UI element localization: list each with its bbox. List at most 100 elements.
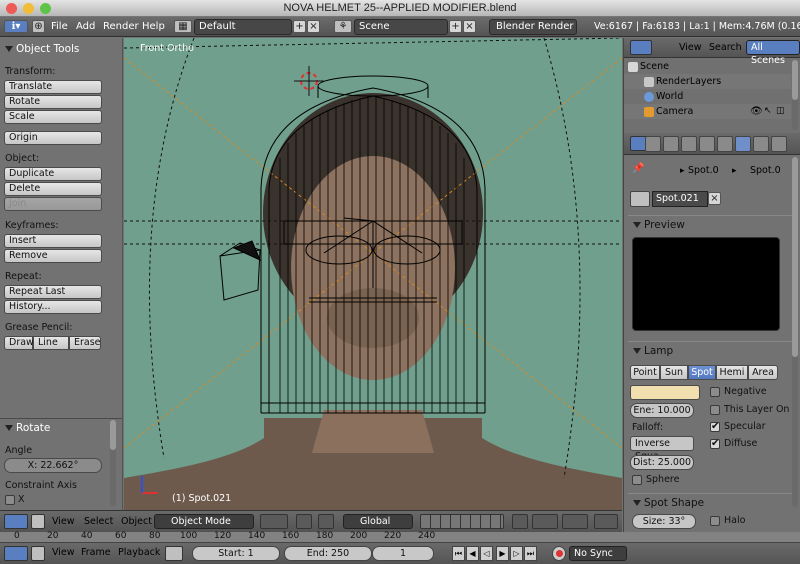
editor-type-icon[interactable] [4,546,28,561]
snap-icon[interactable] [562,514,588,529]
object-mode-select[interactable]: Object Mode [154,514,254,529]
specular-checkbox[interactable] [710,421,720,432]
sync-mode-select[interactable]: No Sync [569,546,627,561]
scrollbar-thumb[interactable] [792,60,798,100]
menu-help[interactable]: Help [142,20,165,34]
record-icon[interactable] [552,546,566,561]
transform-orientation-select[interactable]: Global [343,514,413,529]
erase-button[interactable]: Erase [69,336,101,350]
distance-field[interactable]: Dist: 25.000 [630,455,694,470]
duplicate-button[interactable]: Duplicate [4,167,102,181]
outliner-row-scene[interactable]: Scene [624,59,791,74]
cursor-select-icon[interactable]: ↖ [764,104,772,119]
scene-field[interactable]: Scene [354,19,448,35]
menu-render[interactable]: Render [103,20,139,34]
tab-lamp-data-icon[interactable] [735,136,751,152]
pin-icon[interactable]: 📌 [632,163,644,174]
next-keyframe-icon[interactable]: ▷ [510,546,523,561]
play-reverse-icon[interactable]: ◁ [480,546,493,561]
tab-physics-icon[interactable] [771,136,787,152]
rotate-button[interactable]: Rotate [4,95,102,109]
screen-layout-field[interactable]: Default [194,19,292,35]
render-preview-icon[interactable] [594,514,618,529]
viewport-menu-select[interactable]: Select [84,516,113,527]
spot-shape-panel-header[interactable]: Spot Shape [628,493,793,510]
collapse-menu-icon[interactable] [31,546,45,561]
insert-keyframe-button[interactable]: Insert [4,234,102,248]
collapse-menu-icon[interactable] [31,514,45,529]
join-button[interactable]: Join [4,197,102,211]
lamp-type-hemi[interactable]: Hemi [716,365,748,380]
tab-scene-icon[interactable] [663,136,679,152]
angle-field[interactable]: X: 22.662° [4,458,102,473]
unlink-datablock-button[interactable]: × [708,192,721,205]
timeline-menu-frame[interactable]: Frame [81,547,111,558]
lamp-type-sun[interactable]: Sun [660,365,688,380]
breadcrumb-lamp[interactable]: Spot.0 [750,165,781,176]
play-icon[interactable]: ▶ [496,546,509,561]
constraint-x-checkbox[interactable] [5,495,15,505]
lamp-type-spot[interactable]: Spot [688,365,716,380]
sphere-checkbox[interactable] [632,475,642,485]
origin-button[interactable]: Origin [4,131,102,145]
negative-checkbox[interactable] [710,387,720,397]
prev-keyframe-icon[interactable]: ◀ [466,546,479,561]
this-layer-only-checkbox[interactable] [710,405,720,415]
3d-viewport[interactable]: Front Ortho (1) Spot.021 [124,38,622,510]
current-frame-field[interactable]: 1 [372,546,434,561]
energy-field[interactable]: Ene: 10.000 [630,403,694,418]
delete-layout-button[interactable]: × [307,20,320,33]
pivot-point-icon[interactable] [296,514,312,529]
end-frame-field[interactable]: End: 250 [284,546,372,561]
delete-button[interactable]: Delete [4,182,102,196]
outliner-row-camera[interactable]: Camera 👁 ↖ ◫ [624,104,791,119]
repeat-last-button[interactable]: Repeat Last [4,285,102,299]
outliner-row-world[interactable]: World [624,89,791,104]
outliner-filter-select[interactable]: All Scenes [746,40,800,66]
manipulator-icon[interactable] [318,514,334,529]
lamp-color-swatch[interactable] [630,385,700,400]
viewport-shading-icon[interactable] [260,514,288,529]
scrollbar-thumb[interactable] [110,420,116,450]
editor-type-icon[interactable] [630,40,652,55]
diffuse-checkbox[interactable] [710,438,720,449]
editor-type-button[interactable]: ℹ▾ [4,20,28,33]
lamp-datablock-field[interactable]: Spot.021 [652,191,708,207]
minimize-window-button[interactable] [23,3,34,14]
outliner-row-renderlayers[interactable]: RenderLayers [624,74,791,89]
jump-start-icon[interactable]: ⏮ [452,546,465,561]
render-engine-select[interactable]: Blender Render [489,19,577,35]
outliner-scrollbar[interactable] [792,60,798,130]
spot-size-field[interactable]: Size: 33° [632,514,696,529]
lamp-panel-header[interactable]: Lamp [628,341,793,359]
add-scene-button[interactable]: + [449,20,462,33]
layer-buttons[interactable] [420,514,504,529]
outliner-menu-search[interactable]: Search [709,42,742,53]
editor-type-icon[interactable] [4,514,28,529]
timeline-ruler[interactable]: 0 20 40 60 80 100 120 140 160 180 200 22… [0,531,800,543]
timeline-menu-playback[interactable]: Playback [118,547,160,558]
lamp-type-point[interactable]: Point [630,365,660,380]
falloff-select[interactable]: Inverse Squa [630,436,694,462]
history-button[interactable]: History... [4,300,102,314]
viewport-menu-object[interactable]: Object [121,516,152,527]
outliner-menu-view[interactable]: View [679,42,702,53]
add-layout-button[interactable]: + [293,20,306,33]
translate-button[interactable]: Translate [4,80,102,94]
tab-object-icon[interactable] [699,136,715,152]
object-tools-panel-header[interactable]: Object Tools [0,40,122,58]
screen-layout-icon[interactable]: ▦ [174,20,192,33]
start-frame-field[interactable]: Start: 1 [192,546,280,561]
breadcrumb-object[interactable]: Spot.0 [688,165,719,176]
jump-end-icon[interactable]: ⏭ [524,546,537,561]
tab-texture-icon[interactable] [753,136,769,152]
timeline-menu-view[interactable]: View [52,547,75,558]
delete-scene-button[interactable]: × [463,20,476,33]
scene-icon[interactable]: ⚘ [334,20,352,33]
viewport-menu-view[interactable]: View [52,516,75,527]
tool-shelf-scrollbar[interactable] [110,420,116,506]
rotate-operator-header[interactable]: Rotate [0,419,122,437]
collapse-menu-icon[interactable]: ⊕ [32,20,45,33]
render-camera-icon[interactable]: ◫ [776,104,785,119]
zoom-window-button[interactable] [40,3,51,14]
